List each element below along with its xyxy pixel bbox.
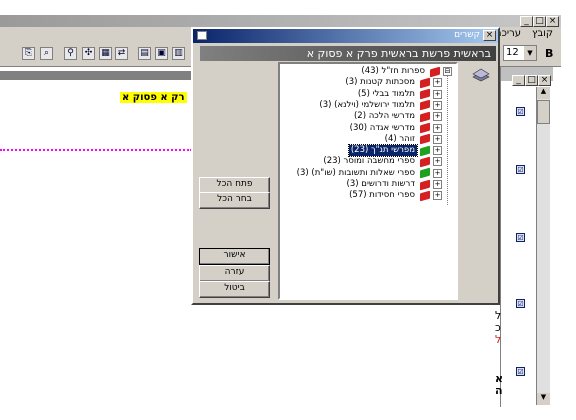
dotted-separator (0, 149, 192, 153)
tree-item-label: תלמוד ירושלמי (וילנא) (3) (319, 99, 415, 110)
book-icon (420, 133, 430, 145)
expand-icon[interactable]: + (433, 123, 442, 133)
panel-footer-letters: א ה (495, 373, 503, 397)
book-icon (420, 167, 430, 179)
arrows-icon[interactable]: ⇄ (115, 47, 128, 60)
select-all-button[interactable]: בחר הכל (199, 192, 270, 209)
tree-item-label: ספרי שאלות ותשובות (שו"ת) (3) (296, 167, 415, 178)
scrollbar[interactable]: ▲ ▼ (536, 87, 550, 405)
chevron-down-icon[interactable]: ▼ (524, 46, 536, 60)
tree-item-label: זוהר (4) (384, 133, 415, 144)
scroll-thumb[interactable] (537, 100, 550, 124)
tree-item[interactable]: + ספרי מחשבה ומוסר (23) (321, 156, 442, 168)
expand-icon[interactable]: + (433, 112, 442, 122)
dialog-title: קשרים (454, 30, 480, 40)
book-icon (420, 156, 430, 168)
ok-button[interactable]: אישור (199, 248, 270, 265)
tree-item-label: מדרשי הלכה (2) (353, 111, 415, 122)
tree-item[interactable]: + זוהר (4) (383, 134, 442, 145)
book-icon (420, 77, 430, 89)
book-icon (420, 190, 430, 202)
font-size-select[interactable]: 12 ▼ (503, 45, 537, 61)
panel-close-icon[interactable]: × (538, 75, 551, 86)
checkbox-2[interactable]: ☑ (516, 165, 525, 174)
image-icon[interactable]: ▦ (99, 47, 112, 60)
tree-item[interactable]: + דרשות ודרושים (3) (345, 179, 442, 190)
panel-letter: ל (495, 333, 502, 346)
book-icon (420, 179, 430, 190)
window-menu-icon[interactable] (197, 31, 207, 40)
expand-icon[interactable]: + (433, 100, 442, 110)
verse-heading: רק א פסוק א (120, 92, 187, 103)
document2-icon[interactable]: ▥ (172, 47, 185, 60)
panel-minimize-icon[interactable]: _ (512, 75, 525, 86)
verse-reference-header: בראשית פרשת בראשית פרק א פסוק א (200, 46, 496, 61)
tree-line (447, 67, 448, 205)
tree-item[interactable]: + מדרשי הלכה (2) (352, 111, 442, 123)
menu-file[interactable]: קובץ (532, 28, 553, 39)
expand-icon[interactable]: + (433, 146, 442, 156)
tree-item-label: ספרות חז"ל (43) (361, 66, 425, 76)
book-stack-icon (472, 68, 490, 82)
links-tree[interactable]: ⊟ ספרות חז"ל (43) + מסכתות קטנות (3) + תלמוד … (278, 62, 458, 300)
right-panel: _ □ × ▲ ▼ ☑ ☑ ☑ ☑ ☑ ל כ ל א ה (495, 67, 553, 407)
book-icon (420, 88, 430, 100)
link-icon[interactable]: ✣ (82, 47, 95, 60)
binoculars-icon[interactable]: ⚲ (64, 47, 77, 60)
tree-item-label: דרשות ודרושים (3) (346, 179, 415, 189)
book-icon (420, 100, 430, 111)
find-icon[interactable]: ⌕ (40, 47, 53, 60)
tree-item-label: מדרשי אגדה (30) (349, 122, 415, 133)
book-icon (420, 122, 430, 134)
maximize-icon[interactable]: □ (533, 16, 546, 27)
collapse-icon[interactable]: ⊟ (443, 67, 452, 76)
checkbox-3[interactable]: ☑ (516, 233, 525, 242)
tree-item-label: מפרשי תנ"ך (23) (347, 144, 419, 158)
main-window-titlebar (0, 15, 561, 27)
dialog-close-icon[interactable]: × (483, 30, 496, 41)
tree-item-label: מסכתות קטנות (3) (345, 77, 415, 88)
tree-item-label: ספרי מחשבה ומוסר (23) (323, 156, 415, 167)
tree-item[interactable]: + מפרשי תנ"ך (23) (347, 144, 442, 158)
expand-icon[interactable]: + (433, 78, 442, 88)
expand-icon[interactable]: + (433, 168, 442, 178)
checkbox-5[interactable]: ☑ (516, 367, 525, 376)
book-icon (420, 111, 430, 123)
tree-item-label: ספרי חסידות (57) (349, 190, 415, 201)
book-icon (420, 145, 430, 156)
links-dialog: קשרים × בראשית פרשת בראשית פרק א פסוק א … (191, 27, 500, 305)
tree-item-label: תלמוד בבלי (5) (357, 88, 415, 99)
dialog-titlebar: קשרים × (193, 29, 498, 43)
expand-icon[interactable]: + (433, 157, 442, 167)
expand-icon[interactable]: + (433, 89, 442, 99)
tree-item[interactable]: ⊟ ספרות חז"ל (43) (359, 66, 452, 77)
ruler (0, 71, 192, 80)
expand-icon[interactable]: + (433, 180, 442, 189)
copy-icon[interactable]: ⎘ (22, 47, 35, 60)
page-icon[interactable]: ▤ (138, 47, 151, 60)
panel-letter: ה (495, 384, 503, 397)
tree-item[interactable]: + תלמוד בבלי (5) (356, 89, 442, 100)
bold-button[interactable]: B (545, 47, 553, 60)
scroll-down-icon[interactable]: ▼ (537, 393, 550, 405)
tree-item[interactable]: + ספרי שאלות ותשובות (שו"ת) (3) (295, 168, 442, 179)
expand-icon[interactable]: + (433, 191, 442, 201)
tree-item[interactable]: + תלמוד ירושלמי (וילנא) (3) (317, 100, 442, 111)
cancel-button[interactable]: ביטול (199, 281, 270, 298)
close-icon[interactable]: × (546, 16, 559, 27)
tree-item[interactable]: + מדרשי אגדה (30) (348, 123, 442, 134)
scroll-up-icon[interactable]: ▲ (537, 87, 550, 99)
checkbox-1[interactable]: ☑ (516, 107, 525, 116)
expand-icon[interactable]: + (433, 134, 442, 144)
document-icon[interactable]: ▣ (155, 47, 168, 60)
tree-item[interactable]: + מסכתות קטנות (3) (343, 77, 442, 89)
checkbox-4[interactable]: ☑ (516, 299, 525, 308)
help-button[interactable]: עזרה (199, 265, 270, 282)
book-icon (430, 66, 440, 77)
panel-letters: ל כ ל (495, 310, 501, 346)
font-size-value: 12 (506, 47, 519, 58)
minimize-icon[interactable]: _ (520, 16, 533, 27)
panel-maximize-icon[interactable]: □ (525, 75, 538, 86)
tree-item[interactable]: + ספרי חסידות (57) (347, 190, 442, 202)
